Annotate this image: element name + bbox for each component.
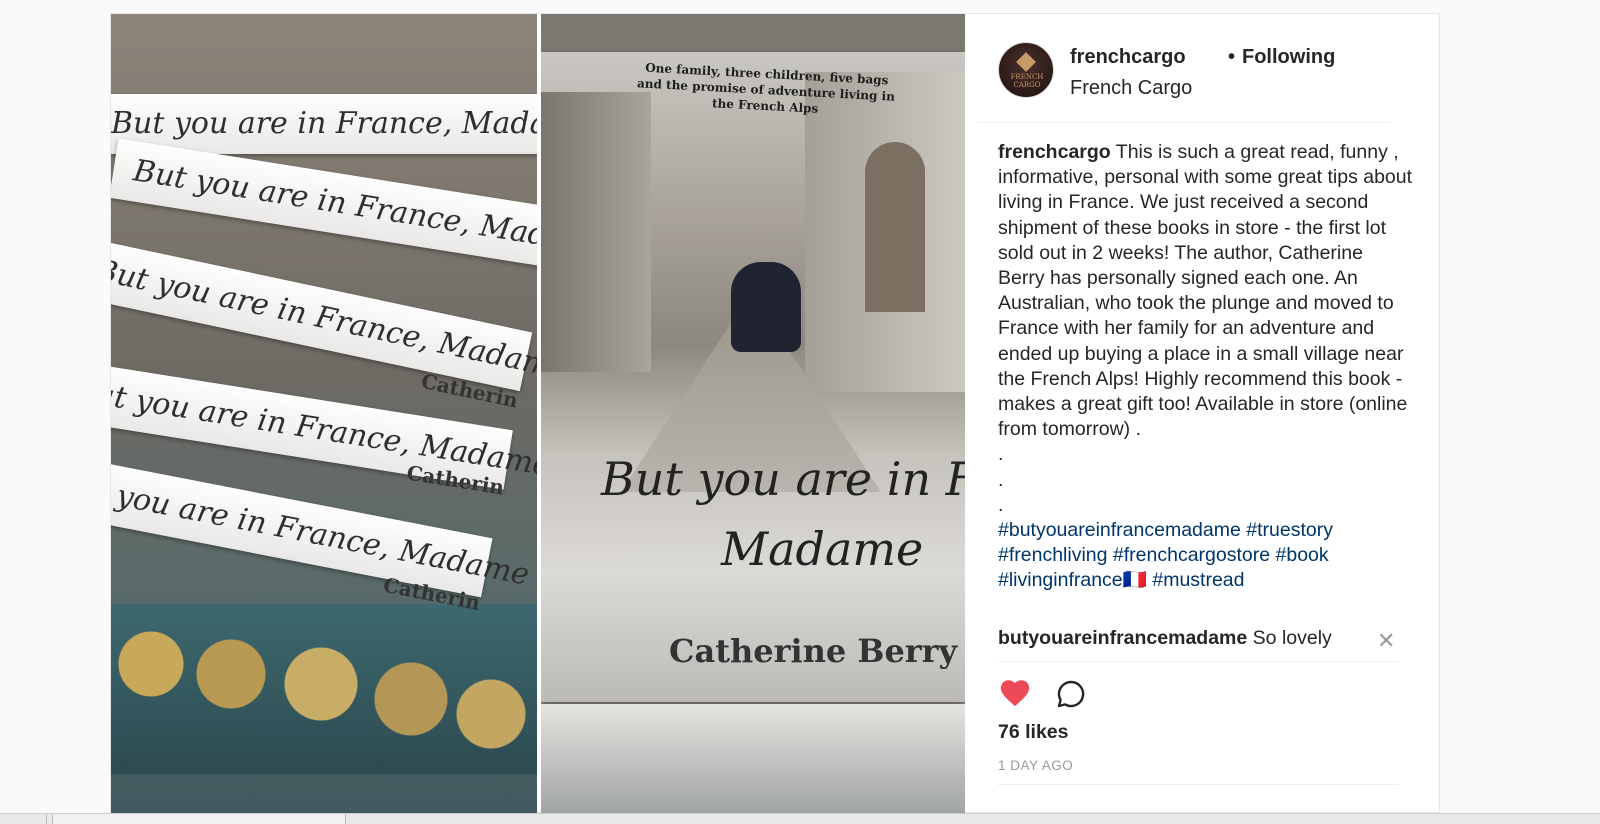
hashtag-link[interactable]: #frenchcargostore [1113, 544, 1270, 566]
book-spine: But you are in France, MadameCatherin [111, 236, 537, 413]
heart-filled-icon[interactable] [998, 676, 1032, 710]
cover-arch [865, 142, 925, 312]
cover-running-boy [731, 262, 801, 352]
spine-title: But you are in France, Madame [111, 106, 537, 141]
following-button[interactable]: Following [1242, 46, 1335, 69]
separator-dot: • [1228, 46, 1236, 68]
caption-dot: . [998, 468, 1004, 491]
hashtag-link[interactable]: #mustread [1152, 569, 1244, 591]
comment-username[interactable]: butyouareinfrancemadame [998, 627, 1247, 649]
divider [998, 784, 1399, 785]
full-name: French Cargo [1070, 77, 1193, 99]
books-underneath [541, 704, 965, 814]
comment-text: So lovely [1252, 627, 1332, 649]
close-icon[interactable]: ✕ [1377, 628, 1395, 654]
hashtags: #butyouareinfrancemadame #truestory #fre… [998, 518, 1413, 594]
comment-row: butyouareinfrancemadame So lovely [998, 626, 1403, 651]
divider [998, 661, 1399, 662]
cover-tagline: One family, three children, five bags an… [636, 60, 896, 116]
cover-wall-left [541, 92, 651, 372]
book-cover-photo[interactable]: One family, three children, five bags an… [541, 14, 965, 814]
cover-author: Catherine Berry [669, 632, 958, 670]
stack-of-books-photo[interactable]: But you are in France, Madame But you ar… [111, 14, 537, 814]
hashtag-link[interactable]: #livinginfrance🇫🇷 [998, 569, 1147, 591]
spine-title: But you are in France, Madame [130, 153, 537, 264]
caption-dot: . [998, 443, 1004, 466]
post-sidebar: FRENCH CARGO frenchcargo • Following Fre… [965, 14, 1441, 814]
username-link[interactable]: frenchcargo [1070, 46, 1186, 69]
avatar[interactable]: FRENCH CARGO [998, 42, 1054, 98]
likes-count[interactable]: 76 likes [998, 721, 1068, 744]
post-header: FRENCH CARGO frenchcargo • Following Fre… [977, 14, 1391, 123]
hashtag-link[interactable]: #book [1276, 544, 1329, 566]
book-spine: But you are in France, Madame [111, 94, 537, 154]
cover-title-line2: Madame [721, 522, 924, 576]
logo-diamond-icon [1016, 52, 1036, 72]
post-caption: frenchcargo This is such a great read, f… [998, 140, 1413, 594]
browser-status-bar [0, 813, 1600, 824]
caption-username[interactable]: frenchcargo [998, 141, 1111, 163]
book-spine: But you are in France, Madame [111, 138, 537, 270]
cover-title-line1: But you are in Franc [601, 452, 965, 506]
speech-bubble-icon[interactable] [1055, 678, 1087, 710]
avatar-text: FRENCH CARGO [1010, 73, 1044, 89]
hashtag-link[interactable]: #truestory [1246, 519, 1333, 541]
hashtag-link[interactable]: #frenchliving [998, 544, 1107, 566]
caption-text: This is such a great read, funny , infor… [998, 141, 1413, 441]
instagram-post: But you are in France, Madame But you ar… [110, 13, 1441, 814]
post-timestamp: 1 DAY AGO [998, 758, 1074, 773]
hashtag-link[interactable]: #butyouareinfrancemadame [998, 519, 1241, 541]
caption-dot: . [998, 493, 1004, 516]
book-cover: One family, three children, five bags an… [541, 52, 965, 702]
